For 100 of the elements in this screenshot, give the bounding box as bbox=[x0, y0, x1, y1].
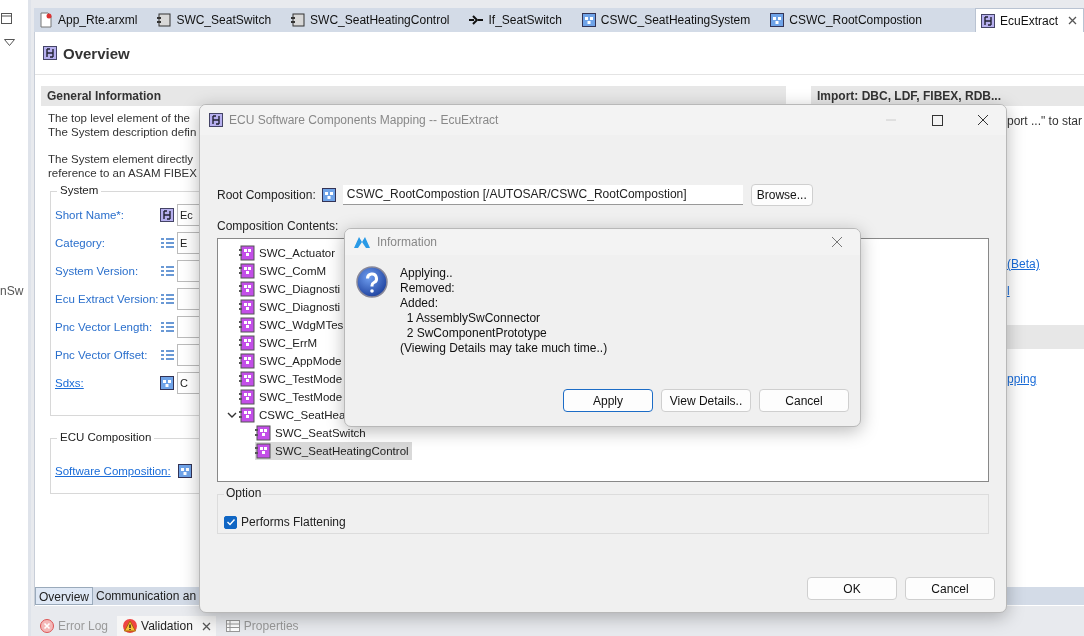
component-icon bbox=[239, 353, 255, 369]
message-text: Removed: bbox=[400, 281, 456, 296]
field-label: Composition Contents: bbox=[217, 219, 340, 233]
section-header: Import: DBC, LDF, FIBEX, RDB... bbox=[811, 86, 1084, 106]
list-icon bbox=[159, 319, 175, 335]
field-label[interactable]: Short Name*: bbox=[55, 209, 159, 221]
ecu-icon bbox=[208, 112, 224, 128]
dialog-title: ECU Software Components Mapping -- EcuExtract bbox=[229, 113, 499, 127]
tree-item[interactable]: SWC_Actuator bbox=[239, 244, 339, 262]
component-icon bbox=[156, 12, 173, 28]
component-icon bbox=[239, 371, 255, 387]
warning-icon bbox=[122, 618, 139, 634]
component-icon bbox=[255, 443, 271, 459]
link[interactable]: pping bbox=[1007, 372, 1037, 386]
checkbox-label[interactable]: Performs Flattening bbox=[241, 515, 346, 529]
editor-tab[interactable]: EcuExtract bbox=[974, 8, 1084, 32]
link[interactable]: (Beta) bbox=[1007, 257, 1040, 271]
description-text: The System element directly bbox=[48, 152, 194, 166]
error-icon bbox=[39, 618, 55, 634]
tree-item[interactable]: SWC_WdgMTes bbox=[239, 316, 347, 334]
document-icon bbox=[38, 12, 54, 28]
ecu-icon bbox=[42, 45, 58, 61]
chevron-down-icon[interactable] bbox=[227, 410, 237, 420]
page-tab[interactable]: Overview bbox=[35, 587, 93, 605]
message-text: (Viewing Details may take much time..) bbox=[400, 341, 608, 356]
page-title: Overview bbox=[63, 44, 130, 62]
component-icon bbox=[239, 317, 255, 333]
field-label[interactable]: Pnc Vector Length: bbox=[55, 321, 159, 333]
close-icon[interactable] bbox=[201, 621, 211, 631]
cancel-button[interactable]: Cancel bbox=[759, 389, 849, 412]
editor-tab[interactable]: If_SeatSwitch bbox=[464, 8, 573, 32]
tree-item[interactable]: SWC_Diagnosti bbox=[239, 280, 344, 298]
dialog-title: Information bbox=[377, 235, 438, 249]
tree-item[interactable]: SWC_SeatHeatingControl bbox=[255, 442, 412, 460]
field-label: Root Composition: bbox=[217, 188, 316, 202]
message-text: Applying.. bbox=[400, 266, 454, 281]
question-icon bbox=[356, 266, 388, 298]
description-text: The System description defin bbox=[48, 125, 197, 139]
view-tab[interactable]: Validation bbox=[117, 616, 216, 636]
tree-item[interactable]: CSWC_SeatHea bbox=[239, 406, 349, 424]
list-icon bbox=[159, 291, 175, 307]
editor-tab[interactable]: App_Rte.arxml bbox=[34, 8, 149, 32]
editor-tab[interactable]: SWC_SeatSwitch bbox=[152, 8, 283, 32]
tree-item[interactable]: SWC_TestMode bbox=[239, 388, 346, 406]
component-icon bbox=[239, 281, 255, 297]
message-text: Added: bbox=[400, 296, 440, 311]
component-icon bbox=[290, 12, 307, 28]
component-icon bbox=[239, 245, 255, 261]
composition-icon bbox=[320, 187, 337, 203]
editor-tab[interactable]: SWC_SeatHeatingControl bbox=[286, 8, 461, 32]
close-icon[interactable] bbox=[1068, 16, 1077, 25]
component-icon bbox=[239, 335, 255, 351]
field-label[interactable]: Category: bbox=[55, 237, 159, 249]
tree-item[interactable]: SWC_AppMode bbox=[239, 352, 345, 370]
ecu-icon bbox=[159, 207, 175, 223]
tree-item[interactable]: SWC_Diagnosti bbox=[239, 298, 344, 316]
ecu-icon bbox=[979, 12, 996, 29]
component-icon bbox=[239, 407, 255, 423]
list-icon bbox=[159, 235, 175, 251]
description-text: reference to an ASAM FIBEX bbox=[48, 166, 197, 180]
dropdown-icon[interactable] bbox=[4, 39, 15, 46]
link[interactable]: l bbox=[1007, 284, 1010, 298]
field-label[interactable]: Software Composition: bbox=[55, 465, 171, 477]
logo-icon bbox=[353, 235, 371, 249]
view-label: nSw bbox=[0, 284, 24, 298]
list-icon bbox=[159, 347, 175, 363]
tree-item[interactable]: SWC_TestMode bbox=[239, 370, 346, 388]
group-title: System bbox=[57, 184, 102, 196]
composition-icon bbox=[159, 375, 175, 391]
component-icon bbox=[239, 299, 255, 315]
field-label[interactable]: Sdxs: bbox=[55, 377, 159, 389]
message-text: 1 AssemblySwConnector bbox=[405, 311, 542, 326]
view-details-button[interactable]: View Details.. bbox=[661, 389, 751, 412]
composition-icon bbox=[176, 463, 193, 479]
apply-button[interactable]: Apply bbox=[563, 389, 653, 412]
ok-button[interactable]: OK bbox=[807, 577, 897, 600]
message-text: 2 SwComponentPrototype bbox=[405, 326, 548, 341]
description-text: The top level element of the bbox=[48, 111, 190, 125]
editor-tab[interactable]: CSWC_SeatHeatingSystem bbox=[576, 8, 762, 32]
component-icon bbox=[239, 263, 255, 279]
tree-item[interactable]: SWC_SeatSwitch bbox=[255, 424, 369, 442]
component-icon bbox=[255, 425, 271, 441]
section-header: General Information bbox=[41, 86, 786, 106]
composition-icon bbox=[580, 12, 597, 28]
field-label[interactable]: System Version: bbox=[55, 265, 159, 277]
browse-button[interactable]: Browse... bbox=[750, 184, 813, 206]
checkbox[interactable] bbox=[224, 515, 237, 529]
tree-item[interactable]: SWC_ComM bbox=[239, 262, 330, 280]
editor-tab[interactable]: CSWC_RootCompostion bbox=[765, 8, 933, 32]
field-label[interactable]: Pnc Vector Offset: bbox=[55, 349, 159, 361]
component-icon bbox=[239, 389, 255, 405]
tree-item[interactable]: SWC_ErrM bbox=[239, 334, 321, 352]
input-field[interactable]: CSWC_RootCompostion [/AUTOSAR/CSWC_RootCompostion] bbox=[342, 185, 743, 205]
composition-icon bbox=[769, 12, 786, 28]
cancel-button[interactable]: Cancel bbox=[905, 577, 995, 600]
field-label[interactable]: Ecu Extract Version: bbox=[55, 293, 159, 305]
table-icon bbox=[224, 618, 241, 634]
group-title: Option bbox=[224, 486, 264, 500]
list-icon bbox=[159, 263, 175, 279]
restore-icon[interactable] bbox=[1, 13, 12, 24]
